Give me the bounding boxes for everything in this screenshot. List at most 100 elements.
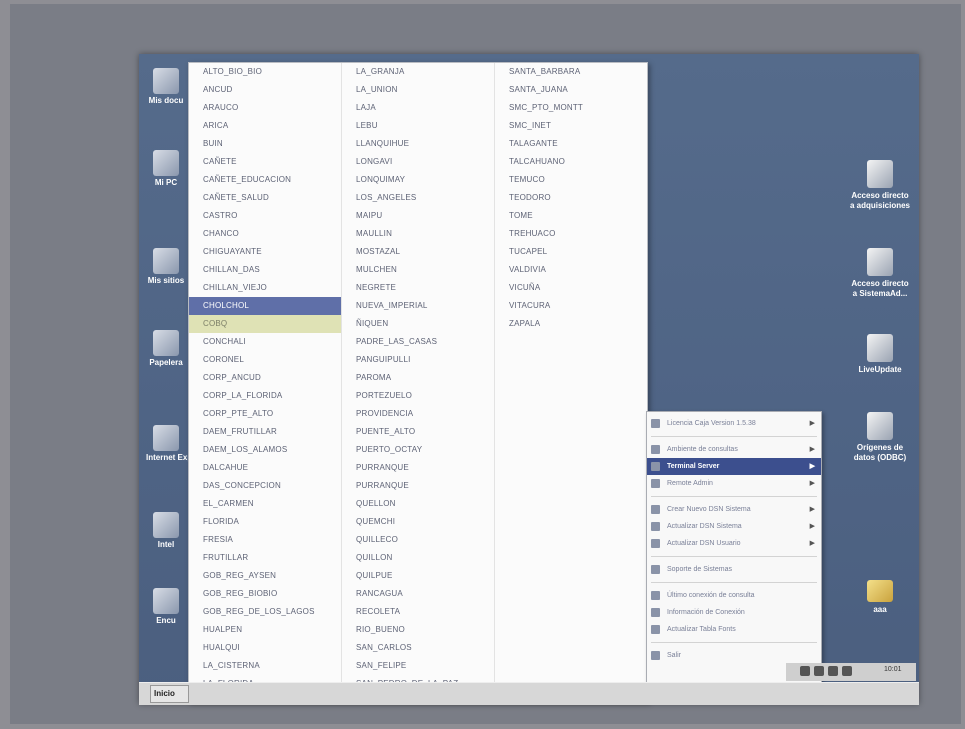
menu-item[interactable]: HUALPEN [189, 621, 341, 639]
menu-item[interactable]: SAN_FELIPE [342, 657, 494, 675]
menu-item[interactable]: NUEVA_IMPERIAL [342, 297, 494, 315]
menu-item[interactable]: DAEM_FRUTILLAR [189, 423, 341, 441]
menu-item[interactable]: LA_UNION [342, 81, 494, 99]
menu-item[interactable]: SANTA_BARBARA [495, 63, 647, 81]
menu-item[interactable]: DALCAHUE [189, 459, 341, 477]
menu-item[interactable]: CHILLAN_VIEJO [189, 279, 341, 297]
menu-item[interactable]: PANGUIPULLI [342, 351, 494, 369]
menu-item[interactable]: ANCUD [189, 81, 341, 99]
menu-item[interactable]: NEGRETE [342, 279, 494, 297]
menu-item[interactable]: CORP_ANCUD [189, 369, 341, 387]
menu-item[interactable]: PUENTE_ALTO [342, 423, 494, 441]
menu-item[interactable]: QUELLON [342, 495, 494, 513]
menu-item[interactable]: LONQUIMAY [342, 171, 494, 189]
menu-item[interactable]: QUILPUE [342, 567, 494, 585]
menu-item[interactable]: CHOLCHOL [189, 297, 341, 315]
menu-item[interactable]: CASTRO [189, 207, 341, 225]
menu-item[interactable]: CAÑETE_EDUCACION [189, 171, 341, 189]
menu-item[interactable]: TEODORO [495, 189, 647, 207]
context-menu-item[interactable]: Remote Admin ▶ [647, 475, 821, 492]
menu-item[interactable]: RIO_BUENO [342, 621, 494, 639]
menu-item[interactable]: FRUTILLAR [189, 549, 341, 567]
desktop-icon-network[interactable]: Mis sitios [146, 248, 186, 285]
menu-item[interactable]: PROVIDENCIA [342, 405, 494, 423]
context-menu-item[interactable]: Actualizar DSN Usuario ▶ [647, 535, 821, 552]
menu-item[interactable]: CAÑETE_SALUD [189, 189, 341, 207]
desktop-icon-documents[interactable]: Mis docu [146, 68, 186, 105]
menu-item[interactable]: LOS_ANGELES [342, 189, 494, 207]
desktop-icon-intel[interactable]: Intel [146, 512, 186, 549]
context-menu-item[interactable]: Crear Nuevo DSN Sistema ▶ [647, 501, 821, 518]
menu-item[interactable]: CORONEL [189, 351, 341, 369]
menu-item[interactable]: LEBU [342, 117, 494, 135]
menu-item[interactable]: GOB_REG_AYSEN [189, 567, 341, 585]
menu-item[interactable]: PAROMA [342, 369, 494, 387]
start-button[interactable]: Inicio [150, 685, 189, 703]
menu-item[interactable]: QUILLON [342, 549, 494, 567]
context-menu-item[interactable]: Licencia Caja Version 1.5.38 ▶ [647, 415, 821, 432]
menu-item[interactable]: LLANQUIHUE [342, 135, 494, 153]
menu-item[interactable]: SMC_PTO_MONTT [495, 99, 647, 117]
menu-item[interactable]: MULCHEN [342, 261, 494, 279]
menu-item[interactable]: LONGAVI [342, 153, 494, 171]
tray-volume-icon[interactable] [814, 666, 824, 676]
menu-item[interactable]: ALTO_BIO_BIO [189, 63, 341, 81]
menu-item[interactable]: DAEM_LOS_ALAMOS [189, 441, 341, 459]
desktop-icon-odbc[interactable]: Orígenes de datos (ODBC) [848, 412, 912, 463]
menu-item[interactable]: COBQ [189, 315, 341, 333]
desktop-icon-sistemaad[interactable]: Acceso directo a SistemaAd... [848, 248, 912, 299]
menu-item[interactable]: EL_CARMEN [189, 495, 341, 513]
menu-item[interactable]: RECOLETA [342, 603, 494, 621]
context-menu-item[interactable]: Último conexión de consulta [647, 587, 821, 604]
menu-item[interactable]: CONCHALI [189, 333, 341, 351]
menu-item[interactable]: TOME [495, 207, 647, 225]
tray-app-icon[interactable] [842, 666, 852, 676]
context-menu-item[interactable]: Salir [647, 647, 821, 664]
menu-item[interactable]: MOSTAZAL [342, 243, 494, 261]
menu-item[interactable]: FRESIA [189, 531, 341, 549]
context-menu-item[interactable]: Ambiente de consultas ▶ [647, 441, 821, 458]
menu-item[interactable]: FLORIDA [189, 513, 341, 531]
menu-item[interactable]: CAÑETE [189, 153, 341, 171]
menu-item[interactable]: CHILLAN_DAS [189, 261, 341, 279]
menu-item[interactable]: PADRE_LAS_CASAS [342, 333, 494, 351]
menu-item[interactable]: TEMUCO [495, 171, 647, 189]
menu-item[interactable]: MAIPU [342, 207, 494, 225]
menu-item[interactable]: ÑIQUEN [342, 315, 494, 333]
menu-item[interactable]: ARICA [189, 117, 341, 135]
menu-item[interactable]: PUERTO_OCTAY [342, 441, 494, 459]
menu-item[interactable]: TALAGANTE [495, 135, 647, 153]
menu-item[interactable]: SANTA_JUANA [495, 81, 647, 99]
menu-item[interactable]: MAULLIN [342, 225, 494, 243]
menu-item[interactable]: BUIN [189, 135, 341, 153]
menu-item[interactable]: LA_GRANJA [342, 63, 494, 81]
menu-item[interactable]: PORTEZUELO [342, 387, 494, 405]
menu-item[interactable]: PURRANQUE [342, 477, 494, 495]
tray-network-icon[interactable] [800, 666, 810, 676]
context-menu-item[interactable]: Terminal Server ▶ [647, 458, 821, 475]
menu-item[interactable]: QUEMCHI [342, 513, 494, 531]
menu-item[interactable]: ARAUCO [189, 99, 341, 117]
desktop-icon-internet-explorer[interactable]: Internet Exp [146, 425, 192, 462]
menu-item[interactable]: CHIGUAYANTE [189, 243, 341, 261]
tray-antivirus-icon[interactable] [828, 666, 838, 676]
desktop-icon-recycle-bin[interactable]: Papelera [146, 330, 186, 367]
menu-item[interactable]: TALCAHUANO [495, 153, 647, 171]
desktop-icon-encu[interactable]: Encu [146, 588, 186, 625]
menu-item[interactable]: CORP_PTE_ALTO [189, 405, 341, 423]
menu-item[interactable]: TREHUACO [495, 225, 647, 243]
context-menu-item[interactable]: Actualizar Tabla Fonts [647, 621, 821, 638]
menu-item[interactable]: SMC_INET [495, 117, 647, 135]
menu-item[interactable]: GOB_REG_BIOBIO [189, 585, 341, 603]
menu-item[interactable]: DAS_CONCEPCION [189, 477, 341, 495]
context-menu-item[interactable]: Soporte de Sistemas [647, 561, 821, 578]
menu-item[interactable]: VALDIVIA [495, 261, 647, 279]
menu-item[interactable]: HUALQUI [189, 639, 341, 657]
menu-item[interactable]: CORP_LA_FLORIDA [189, 387, 341, 405]
menu-item[interactable]: CHANCO [189, 225, 341, 243]
desktop-icon-adquisiciones[interactable]: Acceso directo a adquisiciones [848, 160, 912, 211]
menu-item[interactable]: TUCAPEL [495, 243, 647, 261]
menu-item[interactable]: RANCAGUA [342, 585, 494, 603]
context-menu-item[interactable]: Información de Conexión [647, 604, 821, 621]
menu-item[interactable]: QUILLECO [342, 531, 494, 549]
